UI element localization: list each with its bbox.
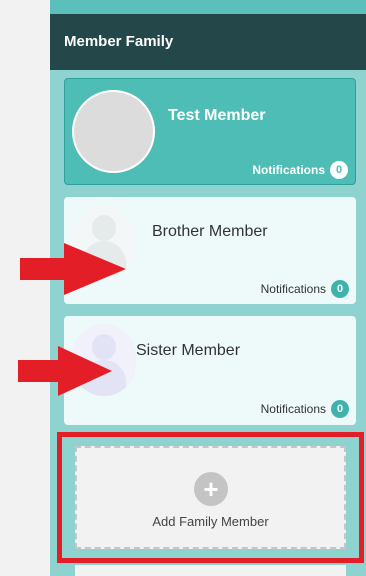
plus-circle-icon: +: [194, 472, 228, 506]
member-name: Sister Member: [136, 342, 241, 359]
notifications-indicator: Notifications 0: [261, 400, 349, 418]
notifications-label: Notifications: [260, 402, 326, 416]
notifications-label: Notifications: [260, 282, 326, 296]
member-card-test-member[interactable]: Test Member Notifications 0: [64, 78, 356, 185]
notification-count-badge: 0: [331, 280, 349, 298]
arrow-right-icon: [18, 346, 112, 396]
member-name: Test Member: [168, 107, 266, 124]
notifications-label: Notifications: [252, 163, 325, 177]
avatar: [72, 90, 155, 173]
notifications-indicator: Notifications 0: [252, 161, 348, 179]
notification-count-badge: 0: [330, 161, 348, 179]
member-name: Brother Member: [152, 223, 268, 240]
add-family-member-button[interactable]: + Add Family Member: [75, 446, 346, 549]
next-card-edge: [75, 565, 346, 576]
notification-count-badge: 0: [331, 400, 349, 418]
panel-title: Member Family: [50, 14, 366, 70]
panel-top-edge: [50, 0, 366, 14]
notifications-indicator: Notifications 0: [261, 280, 349, 298]
add-family-member-label: Add Family Member: [152, 514, 269, 529]
arrow-right-icon: [20, 243, 126, 295]
